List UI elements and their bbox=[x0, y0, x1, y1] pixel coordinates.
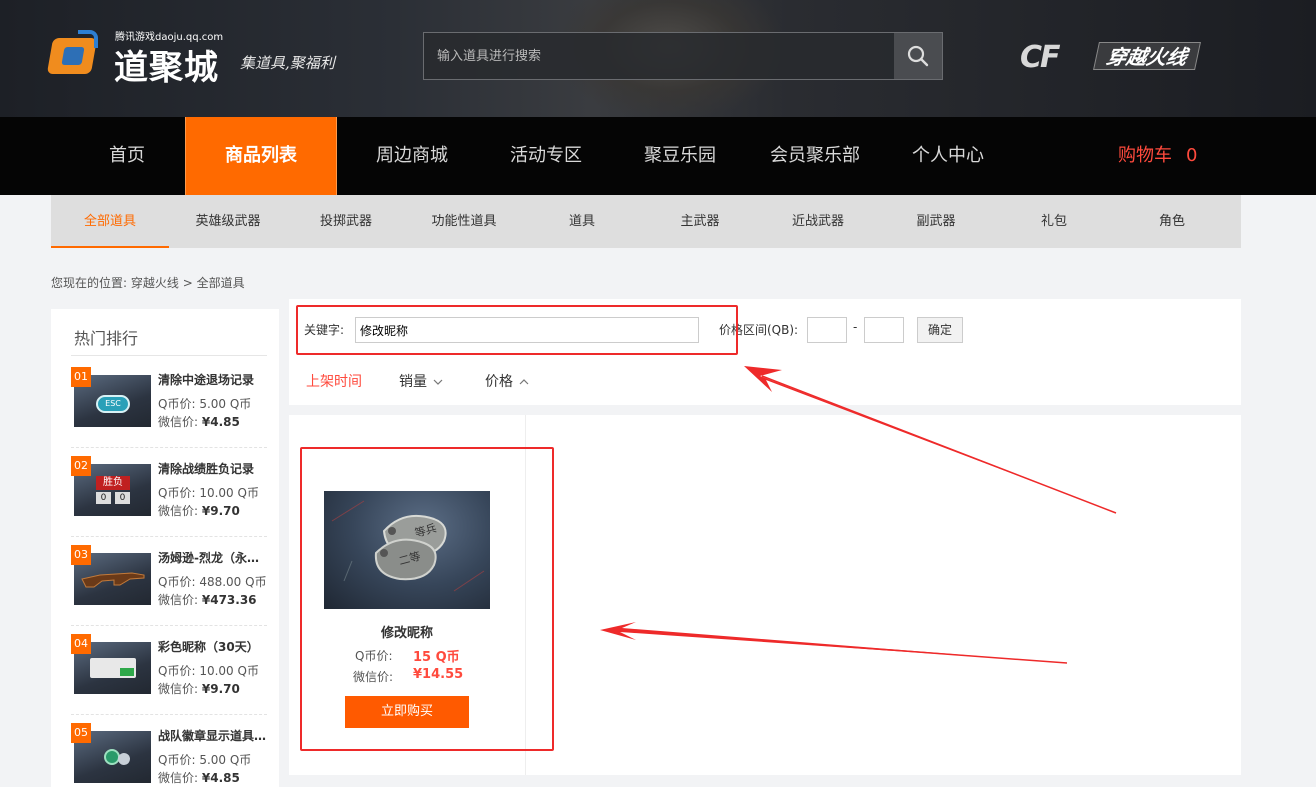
item-wechat-price: 微信价: ¥9.70 bbox=[158, 682, 240, 696]
item-name[interactable]: 清除战绩胜负记录 bbox=[158, 460, 267, 477]
breadcrumb: 您现在的位置: 穿越火线 > 全部道具 bbox=[51, 274, 245, 291]
breadcrumb-prefix: 您现在的位置: bbox=[51, 276, 128, 290]
price-confirm-button[interactable]: 确定 bbox=[917, 317, 963, 343]
chevron-up-icon bbox=[520, 379, 529, 385]
item-wechat-price: 微信价: ¥473.36 bbox=[158, 593, 257, 607]
badge-icon bbox=[118, 753, 130, 765]
nav-member-club[interactable]: 会员聚乐部 bbox=[760, 117, 870, 195]
chevron-down-icon bbox=[434, 379, 443, 385]
sort-by-price[interactable]: 价格 bbox=[485, 371, 529, 391]
item-wechat-price: 微信价: ¥4.85 bbox=[158, 771, 240, 785]
rank-number: 03 bbox=[71, 545, 91, 565]
ranking-item[interactable]: 03 汤姆逊-烈龙（永久） Q币价: 488.00 Q币 微信价: ¥473.3… bbox=[71, 537, 267, 626]
win-loss-icon: 胜负 bbox=[96, 476, 130, 490]
nav-product-list[interactable]: 商品列表 bbox=[185, 117, 337, 195]
rifle-icon bbox=[81, 572, 145, 588]
rank-number: 04 bbox=[71, 634, 91, 654]
cf-mark: CF bbox=[1020, 40, 1060, 75]
cart-count: 0 bbox=[1186, 145, 1198, 166]
search-input[interactable] bbox=[424, 33, 896, 79]
sort-by-listing-time[interactable]: 上架时间 bbox=[306, 371, 362, 391]
item-qb-price: Q币价: 10.00 Q币 bbox=[158, 664, 259, 678]
ranking-item[interactable]: 01 ESC 清除中途退场记录 Q币价: 5.00 Q币 微信价: ¥4.85 bbox=[71, 359, 267, 448]
search-icon bbox=[907, 45, 929, 67]
nav-judou-park[interactable]: 聚豆乐园 bbox=[628, 117, 732, 195]
search-button[interactable] bbox=[894, 33, 942, 79]
rank-number: 01 bbox=[71, 367, 91, 387]
item-qb-price: Q币价: 5.00 Q币 bbox=[158, 753, 252, 767]
cart-link[interactable]: 购物车 0 bbox=[1118, 117, 1197, 195]
ranking-item[interactable]: 02 胜负 0 0 清除战绩胜负记录 Q币价: 10.00 Q币 微信价: ¥9… bbox=[71, 448, 267, 537]
category-primary-weapons[interactable]: 主武器 bbox=[641, 195, 759, 248]
item-wechat-price: 微信价: ¥4.85 bbox=[158, 415, 240, 429]
item-qb-price: Q币价: 488.00 Q币 bbox=[158, 575, 267, 589]
category-bar: 全部道具 英雄级武器 投掷武器 功能性道具 道具 主武器 近战武器 副武器 礼包… bbox=[51, 195, 1241, 248]
divider bbox=[71, 355, 267, 356]
crossfire-game-logo[interactable]: CF 穿越火线 bbox=[1020, 38, 1238, 75]
hot-ranking-title: 热门排行 bbox=[74, 329, 139, 348]
item-name[interactable]: 彩色昵称（30天） bbox=[158, 638, 267, 655]
breadcrumb-game-link[interactable]: 穿越火线 bbox=[131, 276, 179, 290]
category-items[interactable]: 道具 bbox=[523, 195, 641, 248]
price-min-input[interactable] bbox=[807, 317, 847, 343]
category-hero-weapons[interactable]: 英雄级武器 bbox=[169, 195, 287, 248]
price-range-dash: - bbox=[853, 320, 858, 334]
nav-personal-center[interactable]: 个人中心 bbox=[896, 117, 1000, 195]
main-nav: 首页 商品列表 周边商城 活动专区 聚豆乐园 会员聚乐部 个人中心 购物车 0 bbox=[0, 117, 1316, 195]
item-name[interactable]: 清除中途退场记录 bbox=[158, 371, 267, 388]
daojucheng-logo-icon[interactable] bbox=[46, 30, 104, 80]
ranking-item[interactable]: 05 战队徽章显示道具（30天） Q币价: 5.00 Q币 微信价: ¥4.85 bbox=[71, 715, 267, 787]
item-wechat-price: 微信价: ¥9.70 bbox=[158, 504, 240, 518]
nav-merch-store[interactable]: 周边商城 bbox=[360, 117, 464, 195]
zero-counter: 0 bbox=[115, 492, 130, 504]
category-all-items[interactable]: 全部道具 bbox=[51, 195, 169, 248]
hot-ranking-sidebar: 热门排行 01 ESC 清除中途退场记录 Q币价: 5.00 Q币 微信价: ¥… bbox=[51, 309, 279, 787]
logo-slogan: 集道具,聚福利 bbox=[240, 54, 335, 72]
cart-label: 购物车 bbox=[1118, 145, 1172, 166]
ranking-item[interactable]: 04 彩色昵称（30天） Q币价: 10.00 Q币 微信价: ¥9.70 bbox=[71, 626, 267, 715]
rank-number: 05 bbox=[71, 723, 91, 743]
site-header: 腾讯游戏daoju.qq.com 道聚城 集道具,聚福利 CF 穿越火线 bbox=[0, 0, 1316, 117]
annotation-box-keyword bbox=[296, 305, 738, 355]
item-name[interactable]: 汤姆逊-烈龙（永久） bbox=[158, 549, 267, 566]
sort-by-sales[interactable]: 销量 bbox=[399, 371, 443, 391]
nav-events[interactable]: 活动专区 bbox=[494, 117, 598, 195]
game-name: 穿越火线 bbox=[1093, 42, 1201, 70]
annotation-box-product bbox=[300, 447, 554, 751]
category-melee-weapons[interactable]: 近战武器 bbox=[759, 195, 877, 248]
item-qb-price: Q币价: 10.00 Q币 bbox=[158, 486, 259, 500]
search-bar bbox=[423, 32, 943, 80]
category-gift-packs[interactable]: 礼包 bbox=[995, 195, 1113, 248]
nav-home[interactable]: 首页 bbox=[85, 117, 169, 195]
item-qb-price: Q币价: 5.00 Q币 bbox=[158, 397, 252, 411]
category-secondary-weapons[interactable]: 副武器 bbox=[877, 195, 995, 248]
category-functional-items[interactable]: 功能性道具 bbox=[405, 195, 523, 248]
esc-key-icon: ESC bbox=[96, 395, 130, 413]
price-max-input[interactable] bbox=[864, 317, 904, 343]
logo-title[interactable]: 道聚城 bbox=[114, 40, 219, 89]
item-name[interactable]: 战队徽章显示道具（30天） bbox=[158, 727, 267, 744]
rank-number: 02 bbox=[71, 456, 91, 476]
breadcrumb-separator: > bbox=[182, 276, 193, 290]
color-strip bbox=[120, 668, 134, 676]
category-throwing-weapons[interactable]: 投掷武器 bbox=[287, 195, 405, 248]
breadcrumb-current: 全部道具 bbox=[196, 276, 245, 290]
category-characters[interactable]: 角色 bbox=[1113, 195, 1231, 248]
zero-counter: 0 bbox=[96, 492, 111, 504]
